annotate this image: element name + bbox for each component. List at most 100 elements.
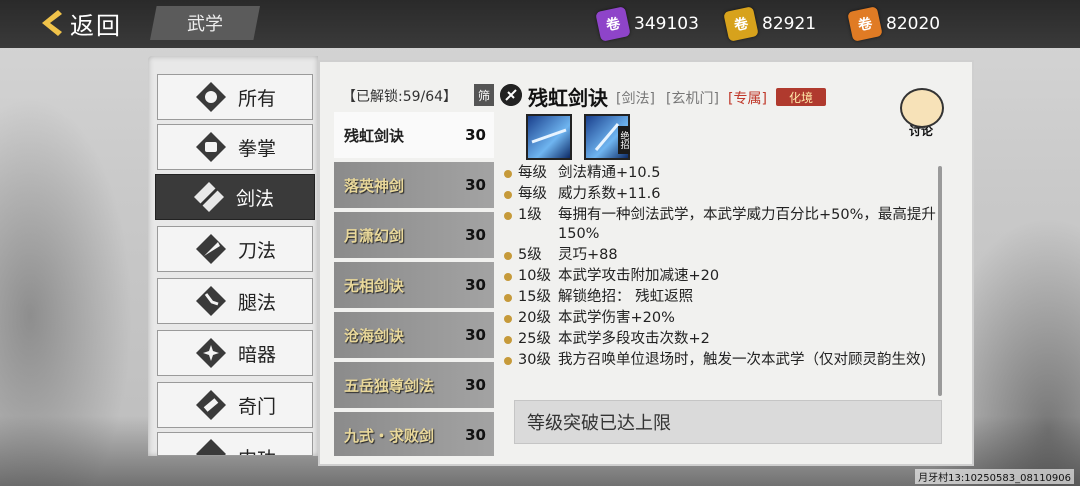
skill-name: 落英神剑 (344, 176, 405, 195)
currency-purple: 卷 349103 (595, 6, 699, 42)
category-fist[interactable]: 拳掌 (157, 124, 313, 170)
effect-row: 30级 我方召唤单位退场时，触发一次本武学（仅对顾灵韵生效) (504, 351, 940, 370)
effect-list: 每级 剑法精通+10.5 每级 威力系数+11.6 1级 每拥有一种剑法武学，本武学威… (504, 164, 940, 372)
effect-level: 20级 (518, 310, 551, 326)
skill-name: 五岳独尊剑法 (344, 376, 435, 395)
skill-type-tag: [剑法] (616, 91, 655, 107)
effect-text: 我方召唤单位退场时，触发一次本武学（仅对顾灵韵生效) (558, 352, 927, 368)
skill-level: 30 (465, 376, 486, 394)
category-kick[interactable]: 腿法 (157, 278, 313, 324)
gold-scroll-icon: 卷 (723, 6, 759, 42)
effect-level: 10级 (518, 268, 551, 284)
category-label: 拳掌 (238, 137, 277, 160)
category-label: 刀法 (238, 239, 277, 262)
dog-avatar-icon (900, 88, 944, 128)
scroll-icon (196, 390, 226, 420)
effects-scrollbar[interactable] (938, 166, 942, 396)
skill-list[interactable]: 残虹剑诀 30 落英神剑 30 月潇幻剑 30 无相剑诀 30 沧海剑诀 30 … (334, 112, 494, 456)
skill-item[interactable]: 五岳独尊剑法 30 (334, 362, 494, 408)
currency-value: 82020 (886, 14, 941, 34)
skill-level: 30 (465, 326, 486, 344)
orange-scroll-icon: 卷 (847, 6, 883, 42)
currency-orange: 卷 82020 (847, 6, 941, 42)
unlocked-count: 【已解锁:59/64】 (342, 89, 458, 105)
level-max-notice: 等级突破已达上限 (514, 400, 942, 444)
effect-level: 25级 (518, 331, 551, 347)
skill-name: 沧海剑诀 (344, 326, 405, 345)
effect-level: 30级 (518, 352, 551, 368)
category-qimen[interactable]: 奇门 (157, 382, 313, 428)
page-title: 武学 (150, 6, 260, 40)
currency-value: 82921 (762, 14, 817, 34)
inner-icon (196, 439, 226, 455)
category-label: 奇门 (238, 395, 277, 418)
category-hidden-weapon[interactable]: 暗器 (157, 330, 313, 376)
skill-level: 30 (465, 426, 486, 444)
effect-row: 25级 本武学多段攻击次数+2 (504, 330, 940, 349)
effect-row: 10级 本武学攻击附加减速+20 (504, 267, 940, 286)
realm-badge: 化境 (776, 88, 826, 106)
effect-level: 每级 (518, 165, 547, 181)
effect-row: 20级 本武学伤害+20% (504, 309, 940, 328)
skill-item[interactable]: 落英神剑 30 (334, 162, 494, 208)
effect-level: 每级 (518, 186, 547, 202)
kick-icon (196, 286, 226, 316)
effect-level: 5级 (518, 247, 542, 263)
skill-item[interactable]: 沧海剑诀 30 (334, 312, 494, 358)
effect-text: 剑法精通+10.5 (558, 165, 661, 181)
effect-row: 每级 威力系数+11.6 (504, 185, 940, 204)
skill-item[interactable]: 九式・求败剑 30 (334, 412, 494, 456)
chevron-left-icon (42, 10, 62, 36)
skill-name: 残虹剑诀 (344, 126, 405, 145)
blade-icon (196, 234, 226, 264)
skill-sect-tag: [玄机门] (666, 91, 719, 107)
back-label: 返回 (70, 11, 122, 40)
effect-text: 本武学攻击附加减速+20 (558, 268, 720, 284)
category-label: 内功 (238, 444, 276, 456)
skill-move-tile[interactable] (526, 114, 572, 160)
effect-row: 每级 剑法精通+10.5 (504, 164, 940, 183)
category-blade[interactable]: 刀法 (157, 226, 313, 272)
category-label: 腿法 (238, 291, 277, 314)
sword-style-icon (500, 84, 522, 106)
ultimate-move-tile[interactable]: 绝招 (584, 114, 630, 160)
skill-name: 无相剑诀 (344, 276, 405, 295)
discuss-button[interactable]: 讨论 (896, 88, 946, 138)
skill-item[interactable]: 月潇幻剑 30 (334, 212, 494, 258)
effect-level: 1级 (518, 207, 542, 223)
sword-slash-icon (531, 128, 567, 144)
effect-text: 本武学多段攻击次数+2 (558, 331, 710, 347)
ultimate-badge: 绝招 (618, 126, 630, 154)
skill-name: 月潇幻剑 (344, 226, 405, 245)
skill-level: 30 (465, 126, 486, 144)
server-info: 月牙村13:10250583_08110906 (915, 469, 1074, 484)
currency-gold: 卷 82921 (723, 6, 817, 42)
effect-row: 1级 每拥有一种剑法武学，本武学威力百分比+50%，最高提升150% (504, 206, 940, 244)
all-icon (196, 82, 226, 112)
effect-row: 5级 灵巧+88 (504, 246, 940, 265)
category-label: 剑法 (236, 187, 275, 210)
effect-text: 解锁绝招： 残虹返照 (558, 289, 694, 305)
shuriken-icon (196, 338, 226, 368)
skill-title: 残虹剑诀 (528, 86, 608, 110)
effect-level: 15级 (518, 289, 551, 305)
currency-value: 349103 (634, 14, 699, 34)
purple-scroll-icon: 卷 (595, 6, 631, 42)
exclusive-tag: [专属] (728, 91, 767, 107)
effect-text: 灵巧+88 (558, 247, 618, 263)
skill-level: 30 (465, 226, 486, 244)
skill-level: 30 (465, 176, 486, 194)
skill-item[interactable]: 残虹剑诀 30 (334, 112, 494, 158)
effect-text: 本武学伤害+20% (558, 310, 675, 326)
back-button[interactable]: 返回 (40, 4, 140, 42)
effect-text: 每拥有一种剑法武学，本武学威力百分比+50%，最高提升150% (558, 207, 936, 242)
category-inner[interactable]: 内功 (157, 432, 313, 456)
category-label: 所有 (238, 87, 277, 110)
skill-name: 九式・求败剑 (344, 426, 435, 445)
effect-text: 威力系数+11.6 (558, 186, 661, 202)
skill-item[interactable]: 无相剑诀 30 (334, 262, 494, 308)
category-all[interactable]: 所有 (157, 74, 313, 120)
skill-level: 30 (465, 276, 486, 294)
filter-button[interactable]: 筛 (474, 84, 494, 106)
category-sword[interactable]: 剑法 (155, 174, 315, 220)
